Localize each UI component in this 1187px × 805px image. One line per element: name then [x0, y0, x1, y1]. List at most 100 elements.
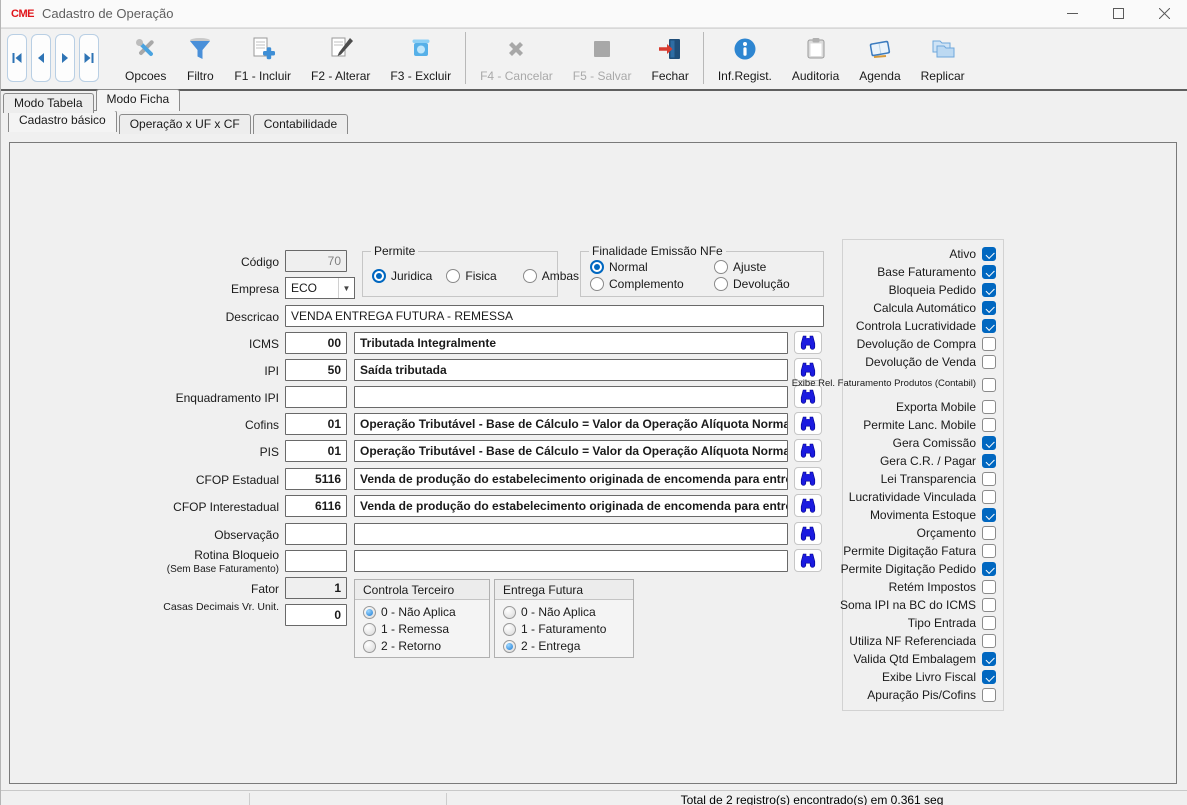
- mode-tab-bar: Modo TabelaModo Ficha: [1, 91, 1187, 112]
- nav-first-button[interactable]: [7, 34, 27, 82]
- checkbox-devolucao-venda[interactable]: Devolução de Venda: [850, 353, 996, 371]
- pis-code-field[interactable]: 01: [285, 440, 347, 462]
- pis-search-button[interactable]: [794, 439, 822, 462]
- descricao-field[interactable]: VENDA ENTREGA FUTURA - REMESSA: [285, 305, 824, 327]
- checkbox-soma-ipi-bc-icms[interactable]: Soma IPI na BC do ICMS: [850, 596, 996, 614]
- rotina-desc-field: [354, 550, 788, 572]
- empresa-combobox[interactable]: ECO ▼: [285, 277, 355, 299]
- enquadramento-desc-field: [354, 386, 788, 408]
- icms-search-button[interactable]: [794, 331, 822, 354]
- checkbox-valida-qtd-embalagem[interactable]: Valida Qtd Embalagem: [850, 650, 996, 668]
- checkbox-lei-transparencia[interactable]: Lei Transparencia: [850, 470, 996, 488]
- checkbox-movimenta-estoque[interactable]: Movimenta Estoque: [850, 506, 996, 524]
- checkbox-controla-lucratividade[interactable]: Controla Lucratividade: [850, 317, 996, 335]
- close-button[interactable]: [1141, 0, 1187, 27]
- radio-ambas[interactable]: Ambas: [523, 269, 579, 283]
- cofins-code-field[interactable]: 01: [285, 413, 347, 435]
- tab-modo-ficha[interactable]: Modo Ficha: [96, 89, 181, 111]
- checkbox-permite-lanc-mobile[interactable]: Permite Lanc. Mobile: [850, 416, 996, 434]
- toolbar-separator: [465, 32, 466, 84]
- cfop-interestadual-label: CFOP Interestadual: [154, 500, 279, 514]
- agenda-button[interactable]: Agenda: [849, 31, 910, 85]
- checkbox-utiliza-nf-referenciada[interactable]: Utiliza NF Referenciada: [850, 632, 996, 650]
- form-panel: Código 70 Empresa ECO ▼ Permite Juridica…: [9, 142, 1177, 784]
- cofins-search-button[interactable]: [794, 412, 822, 435]
- checkbox-ativo[interactable]: Ativo: [850, 245, 996, 263]
- checkbox-retem-impostos[interactable]: Retém Impostos: [850, 578, 996, 596]
- flags-panel: Ativo Base Faturamento Bloqueia Pedido C…: [842, 239, 1004, 711]
- radio-juridica[interactable]: Juridica: [372, 269, 432, 283]
- replicate-button[interactable]: Replicar: [911, 31, 975, 85]
- checkbox-calcula-automatico[interactable]: Calcula Automático: [850, 299, 996, 317]
- cfop-interestadual-search-button[interactable]: [794, 494, 822, 517]
- checkbox-base-faturamento[interactable]: Base Faturamento: [850, 263, 996, 281]
- checkbox-exibe-livro-fiscal[interactable]: Exibe Livro Fiscal: [850, 668, 996, 686]
- casas-decimais-field[interactable]: 0: [285, 604, 347, 626]
- radio-ajuste[interactable]: Ajuste: [714, 260, 823, 274]
- nav-next-button[interactable]: [55, 34, 75, 82]
- cfop-interestadual-desc-field: Venda de produção do estabelecimento ori…: [354, 495, 788, 517]
- cfop-estadual-code-field[interactable]: 5116: [285, 468, 347, 490]
- checkbox-orcamento[interactable]: Orçamento: [850, 524, 996, 542]
- radio-ef-entrega[interactable]: 2 - Entrega: [503, 639, 633, 653]
- f3-delete-button[interactable]: F3 - Excluir: [380, 31, 461, 85]
- checkbox-tipo-entrada[interactable]: Tipo Entrada: [850, 614, 996, 632]
- audit-button[interactable]: Auditoria: [782, 31, 849, 85]
- enquadramento-code-field[interactable]: [285, 386, 347, 408]
- nav-prev-button[interactable]: [31, 34, 51, 82]
- pis-desc-field: Operação Tributável - Base de Cálculo = …: [354, 440, 788, 462]
- maximize-button[interactable]: [1095, 0, 1141, 27]
- ipi-code-field[interactable]: 50: [285, 359, 347, 381]
- rotina-code-field[interactable]: [285, 550, 347, 572]
- radio-ef-nao-aplica[interactable]: 0 - Não Aplica: [503, 605, 633, 619]
- observacao-code-field[interactable]: [285, 523, 347, 545]
- nav-last-button[interactable]: [79, 34, 99, 82]
- titlebar: CME Cadastro de Operação: [1, 0, 1187, 28]
- checkbox-gera-cr-pagar[interactable]: Gera C.R. / Pagar: [850, 452, 996, 470]
- tab-operacao-uf-cf[interactable]: Operação x UF x CF: [119, 114, 251, 134]
- observacao-search-button[interactable]: [794, 522, 822, 545]
- cfop-estadual-search-button[interactable]: [794, 467, 822, 490]
- checkbox-apuracao-pis-cofins[interactable]: Apuração Pis/Cofins: [850, 686, 996, 704]
- radio-ct-remessa[interactable]: 1 - Remessa: [363, 622, 489, 636]
- app-window: CME Cadastro de Operação Opcoes Filtro F…: [0, 0, 1187, 805]
- minimize-button[interactable]: [1049, 0, 1095, 27]
- checkbox-bloqueia-pedido[interactable]: Bloqueia Pedido: [850, 281, 996, 299]
- window-title: Cadastro de Operação: [42, 6, 174, 21]
- checkbox-permite-digitacao-fatura[interactable]: Permite Digitação Fatura: [850, 542, 996, 560]
- f1-include-button[interactable]: F1 - Incluir: [224, 31, 301, 85]
- radio-ct-retorno[interactable]: 2 - Retorno: [363, 639, 489, 653]
- checkbox-devolucao-compra[interactable]: Devolução de Compra: [850, 335, 996, 353]
- icms-code-field[interactable]: 00: [285, 332, 347, 354]
- f2-edit-button[interactable]: F2 - Alterar: [301, 31, 380, 85]
- radio-normal[interactable]: Normal: [590, 260, 714, 274]
- radio-complemento[interactable]: Complemento: [590, 277, 714, 291]
- observacao-desc-field: [354, 523, 788, 545]
- controla-terceiro-group: Controla Terceiro 0 - Não Aplica 1 - Rem…: [354, 579, 490, 658]
- permite-group: Permite Juridica Fisica Ambas: [362, 251, 558, 297]
- radio-fisica[interactable]: Fisica: [446, 269, 496, 283]
- checkbox-permite-digitacao-pedido[interactable]: Permite Digitação Pedido: [850, 560, 996, 578]
- radio-devolucao[interactable]: Devolução: [714, 277, 823, 291]
- checkbox-lucratividade-vinculada[interactable]: Lucratividade Vinculada: [850, 488, 996, 506]
- close-form-button[interactable]: Fechar: [641, 31, 698, 85]
- rotina-search-button[interactable]: [794, 549, 822, 572]
- radio-ct-nao-aplica[interactable]: 0 - Não Aplica: [363, 605, 489, 619]
- filter-button[interactable]: Filtro: [176, 31, 224, 85]
- tools-icon: [132, 35, 160, 66]
- tab-contabilidade[interactable]: Contabilidade: [253, 114, 348, 134]
- pis-label: PIS: [154, 445, 279, 459]
- options-button[interactable]: Opcoes: [115, 31, 176, 85]
- checkbox-exporta-mobile[interactable]: Exporta Mobile: [850, 398, 996, 416]
- cfop-interestadual-code-field[interactable]: 6116: [285, 495, 347, 517]
- radio-ef-faturamento[interactable]: 1 - Faturamento: [503, 622, 633, 636]
- tab-cadastro-basico[interactable]: Cadastro básico: [8, 110, 117, 132]
- checkbox-exibe-rel-faturamento[interactable]: Exibe Rel. Faturamento Produtos (Contabi…: [850, 371, 996, 398]
- app-logo-icon: CME: [11, 8, 34, 20]
- record-info-button[interactable]: Inf.Regist.: [708, 31, 782, 85]
- enquadramento-ipi-label: Enquadramento IPI: [154, 391, 279, 405]
- finalidade-group: Finalidade Emissão NFe Normal Ajuste Com…: [580, 251, 824, 297]
- tab-modo-tabela[interactable]: Modo Tabela: [3, 93, 94, 113]
- cofins-desc-field: Operação Tributável - Base de Cálculo = …: [354, 413, 788, 435]
- checkbox-gera-comissao[interactable]: Gera Comissão: [850, 434, 996, 452]
